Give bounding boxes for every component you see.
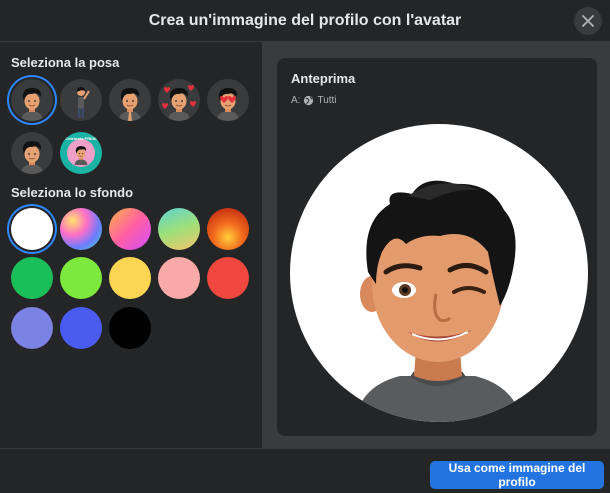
avatar-full-body-icon	[77, 87, 90, 118]
close-icon	[582, 15, 594, 27]
background-grid	[11, 208, 251, 354]
avatar-preview-image	[355, 180, 522, 422]
swatch-white[interactable]	[11, 208, 53, 250]
background-section-title: Seleziona lo sfondo	[11, 185, 134, 200]
options-panel: Seleziona la posa Celebrate PRIDE Selezi…	[0, 42, 262, 448]
swatch-fire[interactable]	[207, 208, 249, 250]
avatar-headshot-icon	[11, 79, 53, 121]
globe-icon	[304, 95, 314, 106]
swatch-green[interactable]	[11, 257, 53, 299]
dialog-footer: Usa come immagine del profilo	[0, 448, 610, 493]
audience-value: Tutti	[317, 95, 337, 106]
pose-avatar-full-body-wave[interactable]	[60, 79, 102, 121]
use-as-profile-picture-button[interactable]: Usa come immagine del profilo	[430, 461, 604, 489]
swatch-periwinkle[interactable]	[11, 307, 53, 349]
close-button[interactable]	[574, 7, 602, 35]
swatch-rainbow-sparkle[interactable]	[60, 208, 102, 250]
pose-avatar-headshot[interactable]	[11, 79, 53, 121]
pose-avatar-heart-eyes[interactable]	[207, 79, 249, 121]
dialog-header: Crea un'immagine del profilo con l'avata…	[0, 0, 610, 42]
heart-eyes-icon	[220, 96, 236, 103]
dialog-title: Crea un'immagine del profilo con l'avata…	[148, 11, 462, 29]
pose-avatar-thinking[interactable]	[11, 132, 53, 174]
pose-avatar-celebrate-badge[interactable]: Celebrate PRIDE	[60, 132, 102, 174]
swatch-red[interactable]	[207, 257, 249, 299]
swatch-blue[interactable]	[60, 307, 102, 349]
audience-label: A:	[291, 95, 301, 106]
swatch-pink[interactable]	[158, 257, 200, 299]
celebrate-badge-text: Celebrate PRIDE	[65, 136, 97, 141]
pose-avatar-prayer-hands[interactable]	[109, 79, 151, 121]
avatar-thinking-icon	[11, 132, 53, 174]
floating-hearts-icon	[162, 85, 196, 109]
prayer-hands-icon	[128, 110, 132, 121]
pose-grid: Celebrate PRIDE	[11, 79, 251, 174]
pose-avatar-hearts[interactable]	[158, 79, 200, 121]
swatch-pink-gradient[interactable]	[109, 208, 151, 250]
pose-section-title: Seleziona la posa	[11, 55, 120, 70]
swatch-black[interactable]	[109, 307, 151, 349]
celebrate-badge-icon: Celebrate PRIDE	[61, 133, 101, 173]
audience-selector[interactable]: A: Tutti	[291, 95, 337, 106]
swatch-yellow[interactable]	[109, 257, 151, 299]
preview-panel: Anteprima A: Tutti	[262, 42, 610, 448]
swatch-teal-gradient[interactable]	[158, 208, 200, 250]
swatch-lime[interactable]	[60, 257, 102, 299]
preview-title: Anteprima	[291, 71, 356, 86]
preview-card: Anteprima A: Tutti	[277, 58, 597, 436]
avatar-preview	[290, 124, 588, 422]
